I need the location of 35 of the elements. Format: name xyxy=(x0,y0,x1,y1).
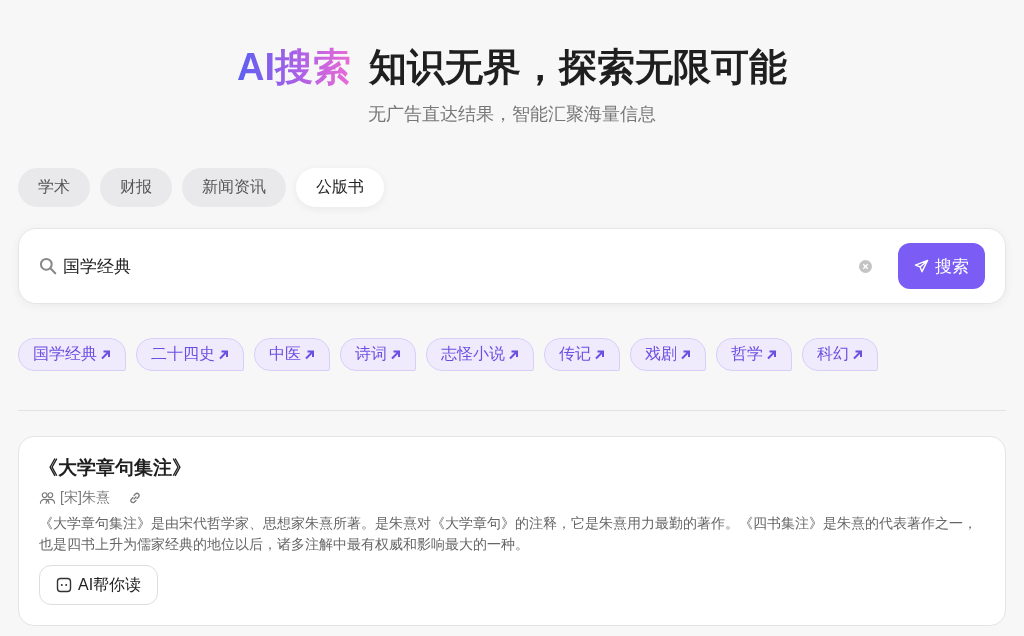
search-icon xyxy=(39,257,57,275)
robot-face-icon xyxy=(56,577,72,593)
link-icon[interactable] xyxy=(127,491,142,505)
search-field[interactable]: 国学经典 xyxy=(61,255,859,277)
category-tab[interactable]: 财报 xyxy=(100,168,172,207)
book-title: 《大学章句集注》 xyxy=(39,456,192,480)
paper-plane-icon xyxy=(914,258,929,274)
topic-tag[interactable]: 中医 xyxy=(254,338,330,371)
category-tab[interactable]: 学术 xyxy=(18,168,90,207)
search-button[interactable]: 搜索 xyxy=(898,243,985,289)
book-description: 《大学章句集注》是由宋代哲学家、思想家朱熹所著。是朱熹对《大学章句》的注释，它是朱熹用力最勤的著作。《四书集注》是朱熹的代表著作之一，也是四书上升为儒家经典的地位以后，诸多注解中最有权威和影响最大的一种。 xyxy=(39,514,978,554)
arrow-up-right-icon xyxy=(679,348,691,361)
topic-tag[interactable]: 国学经典 xyxy=(18,338,126,371)
arrow-up-right-icon xyxy=(851,348,863,361)
arrow-up-right-icon xyxy=(593,348,605,361)
topic-tag[interactable]: 二十四史 xyxy=(136,338,244,371)
category-tab[interactable]: 新闻资讯 xyxy=(182,168,286,207)
topic-tag[interactable]: 传记 xyxy=(544,338,620,371)
page-title: 知识无界，探索无限可能 xyxy=(369,45,787,90)
topic-tag[interactable]: 志怪小说 xyxy=(426,338,534,371)
arrow-up-right-icon xyxy=(507,348,519,361)
topic-tag[interactable]: 诗词 xyxy=(340,338,416,371)
subtitle: 无广告直达结果，智能汇聚海量信息 xyxy=(367,103,657,126)
author-name: [宋]朱熹 xyxy=(60,489,110,507)
arrow-up-right-icon xyxy=(303,348,315,361)
topic-tag[interactable]: 戏剧 xyxy=(630,338,706,371)
topic-tag[interactable]: 科幻 xyxy=(802,338,878,371)
arrow-up-right-icon xyxy=(217,348,229,361)
ai-read-button[interactable]: AI帮你读 xyxy=(39,565,159,605)
arrow-up-right-icon xyxy=(389,348,401,361)
people-icon xyxy=(39,491,56,505)
arrow-up-right-icon xyxy=(765,348,777,361)
arrow-up-right-icon xyxy=(99,348,111,361)
category-tab[interactable]: 公版书 xyxy=(296,168,384,207)
topic-tag[interactable]: 哲学 xyxy=(716,338,792,371)
